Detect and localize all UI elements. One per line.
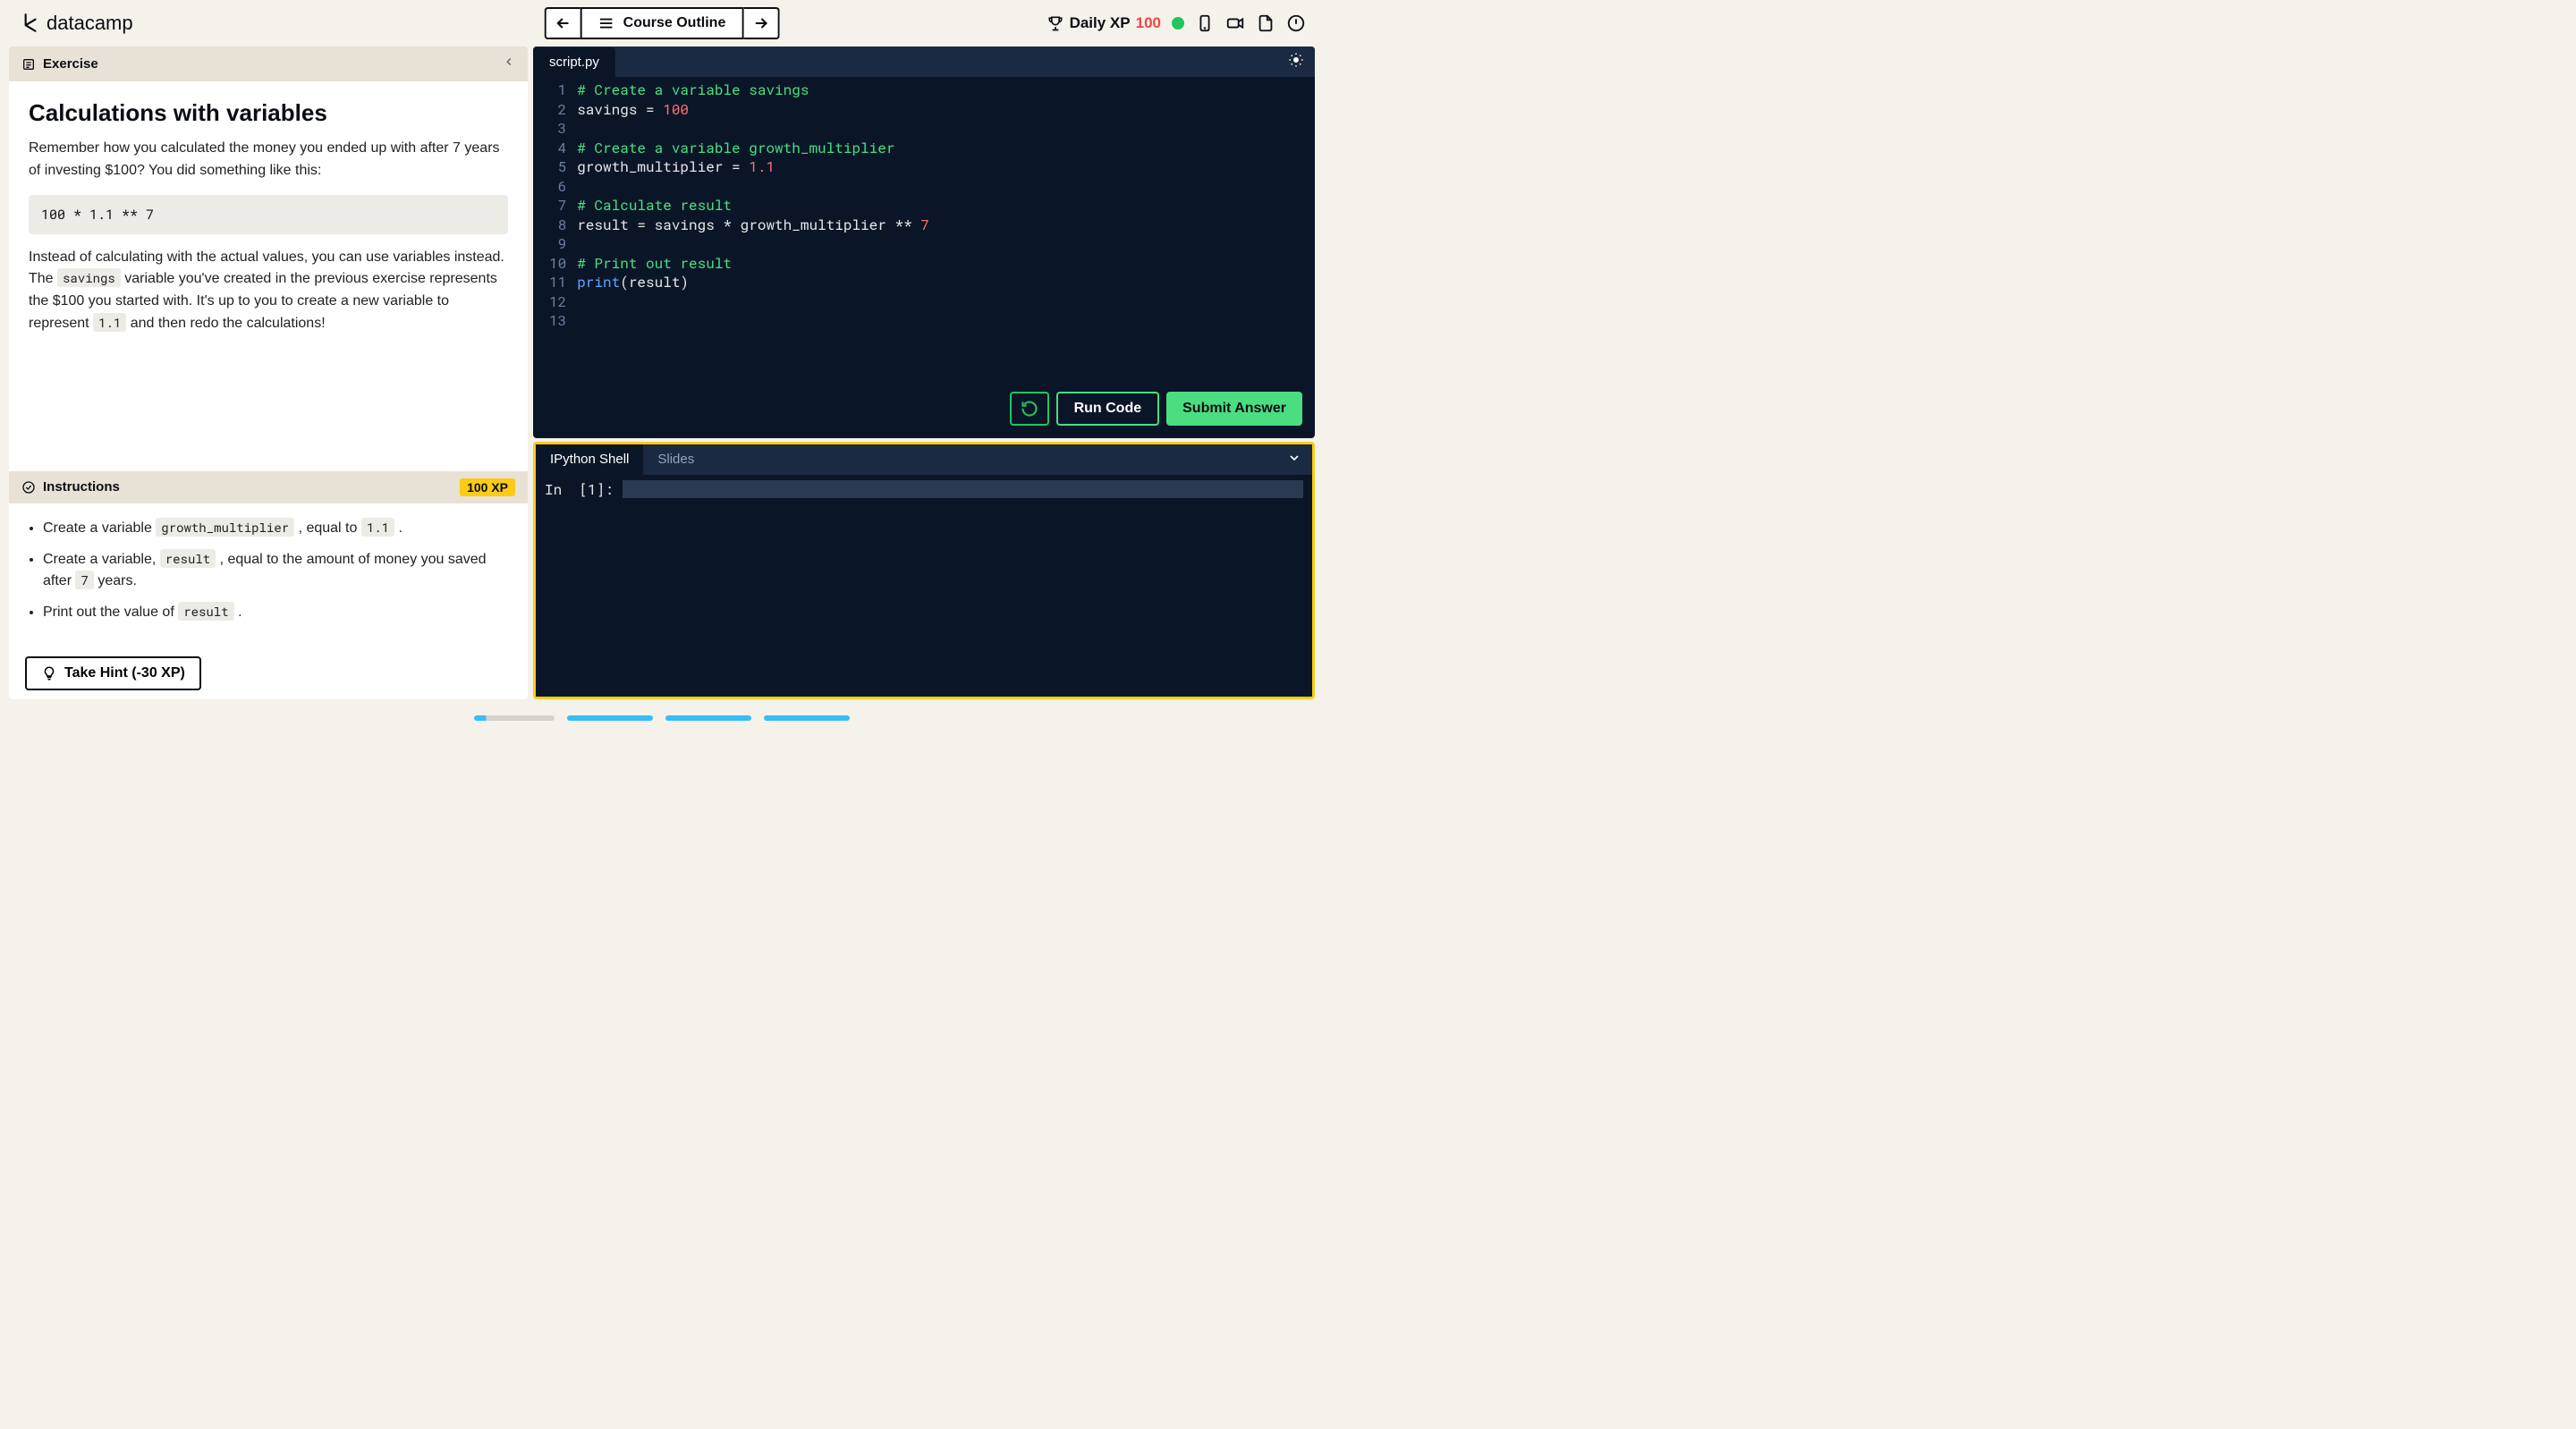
daily-xp-value: 100 xyxy=(1136,14,1161,32)
collapse-panel-button[interactable] xyxy=(503,55,515,72)
run-code-button[interactable]: Run Code xyxy=(1056,392,1160,426)
shell-input[interactable] xyxy=(623,480,1303,498)
shell-expand-button[interactable] xyxy=(1287,451,1301,469)
tab-ipython-shell[interactable]: IPython Shell xyxy=(536,444,643,475)
code-editor[interactable]: 1 2 3 4 5 6 7 8 9 10 11 12 13 # Create a… xyxy=(533,77,1315,438)
progress-segment[interactable] xyxy=(665,715,751,721)
chevron-left-icon xyxy=(503,55,515,68)
line-gutter: 1 2 3 4 5 6 7 8 9 10 11 12 13 xyxy=(533,80,577,438)
connection-status-dot xyxy=(1172,17,1184,30)
submit-answer-label: Submit Answer xyxy=(1182,401,1286,417)
chevron-down-icon xyxy=(1287,451,1301,465)
instruction-item: Create a variable growth_multiplier , eq… xyxy=(43,518,508,540)
instructions-header: Instructions 100 XP xyxy=(9,471,528,503)
code-sample: 100 * 1.1 ** 7 xyxy=(29,195,508,234)
code-content: # Create a variable savings savings = 10… xyxy=(577,80,929,438)
exercise-panel: Exercise Calculations with variables Rem… xyxy=(9,47,528,699)
daily-xp: Daily XP 100 xyxy=(1046,14,1161,32)
run-code-label: Run Code xyxy=(1074,401,1142,417)
progress-segment[interactable] xyxy=(764,715,850,721)
instruction-item: Print out the value of result . xyxy=(43,602,508,624)
alert-icon[interactable] xyxy=(1286,13,1306,33)
menu-icon xyxy=(598,15,614,31)
mobile-icon[interactable] xyxy=(1195,13,1215,33)
instructions-label: Instructions xyxy=(43,479,120,495)
shell-prompt: In [1]: xyxy=(545,480,614,499)
nav-forward-button[interactable] xyxy=(743,7,779,39)
exercise-label: Exercise xyxy=(43,56,98,72)
arrow-right-icon xyxy=(751,14,769,32)
theme-toggle-button[interactable] xyxy=(1288,52,1304,72)
course-outline-button[interactable]: Course Outline xyxy=(580,7,744,39)
daily-xp-label: Daily XP xyxy=(1070,14,1131,32)
course-progress xyxy=(474,715,850,721)
exercise-header: Exercise xyxy=(9,47,528,81)
instruction-item: Create a variable, result , equal to the… xyxy=(43,549,508,594)
lightbulb-icon xyxy=(41,665,57,681)
trophy-icon xyxy=(1046,14,1064,32)
brand-name: datacamp xyxy=(47,12,133,35)
code-editor-pane: script.py 1 2 3 4 5 6 7 8 9 10 11 xyxy=(533,47,1315,438)
sun-icon xyxy=(1288,52,1304,68)
brand-logo[interactable]: datacamp xyxy=(18,12,133,35)
hint-label: Take Hint (-30 XP) xyxy=(64,665,185,681)
exercise-paragraph-1: Remember how you calculated the money yo… xyxy=(29,138,508,182)
undo-icon xyxy=(1021,400,1038,418)
progress-segment[interactable] xyxy=(474,715,555,721)
exercise-paragraph-2: Instead of calculating with the actual v… xyxy=(29,247,508,335)
nav-back-button[interactable] xyxy=(545,7,580,39)
arrow-left-icon xyxy=(555,14,572,32)
xp-badge: 100 XP xyxy=(460,478,515,496)
reset-code-button[interactable] xyxy=(1010,392,1049,426)
exercise-title: Calculations with variables xyxy=(29,99,508,127)
take-hint-button[interactable]: Take Hint (-30 XP) xyxy=(25,656,201,690)
course-outline-label: Course Outline xyxy=(623,15,726,31)
video-icon[interactable] xyxy=(1225,13,1245,33)
document-icon[interactable] xyxy=(1256,13,1275,33)
check-circle-icon xyxy=(21,480,36,495)
progress-segment[interactable] xyxy=(567,715,653,721)
exercise-icon xyxy=(21,57,36,72)
editor-tab-script[interactable]: script.py xyxy=(533,47,615,77)
datacamp-logo-icon xyxy=(18,12,41,35)
shell-pane: IPython Shell Slides In [1]: xyxy=(533,442,1315,699)
submit-answer-button[interactable]: Submit Answer xyxy=(1166,392,1302,426)
tab-slides[interactable]: Slides xyxy=(643,444,708,475)
